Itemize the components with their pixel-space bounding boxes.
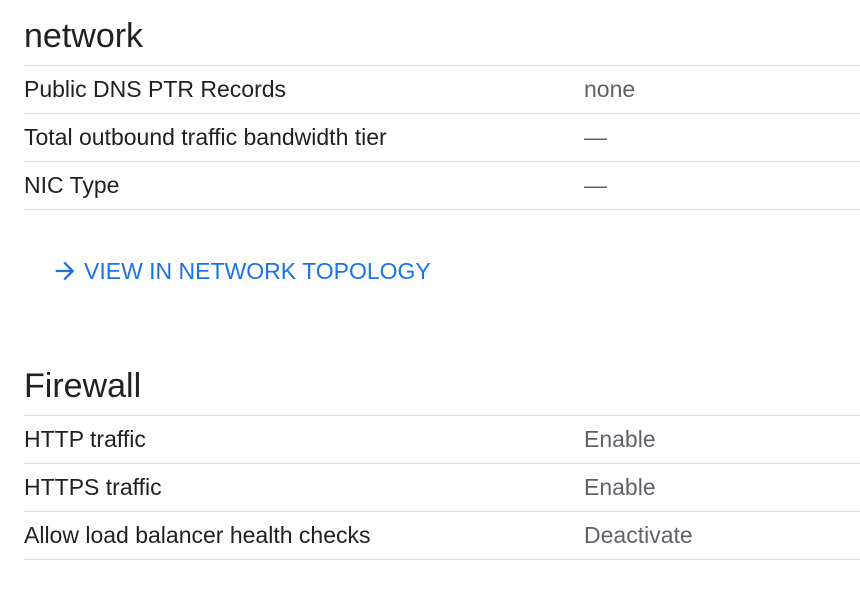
firewall-row-http: HTTP traffic Enable bbox=[24, 416, 860, 464]
view-network-topology-link[interactable]: VIEW IN NETWORK TOPOLOGY bbox=[50, 256, 431, 286]
row-value: Enable bbox=[584, 426, 656, 452]
row-value: — bbox=[584, 124, 607, 150]
firewall-row-lb-health-checks: Allow load balancer health checks Deacti… bbox=[24, 512, 860, 560]
arrow-right-icon bbox=[50, 256, 80, 286]
row-label: NIC Type bbox=[24, 172, 120, 198]
row-value: none bbox=[584, 76, 636, 102]
row-value: Enable bbox=[584, 474, 656, 500]
network-row-bandwidth-tier: Total outbound traffic bandwidth tier — bbox=[24, 114, 860, 162]
network-row-nic-type: NIC Type — bbox=[24, 162, 860, 210]
row-label: Allow load balancer health checks bbox=[24, 522, 371, 548]
row-label: HTTPS traffic bbox=[24, 474, 162, 500]
firewall-section-title: Firewall bbox=[24, 362, 860, 416]
firewall-row-https: HTTPS traffic Enable bbox=[24, 464, 860, 512]
row-value: Deactivate bbox=[584, 522, 693, 548]
row-label: Total outbound traffic bandwidth tier bbox=[24, 124, 387, 150]
row-value: — bbox=[584, 172, 607, 198]
row-label: Public DNS PTR Records bbox=[24, 76, 287, 102]
network-section-title: network bbox=[24, 12, 860, 66]
row-label: HTTP traffic bbox=[24, 426, 146, 452]
view-network-topology-label: VIEW IN NETWORK TOPOLOGY bbox=[84, 257, 431, 284]
network-row-public-dns-ptr: Public DNS PTR Records none bbox=[24, 66, 860, 114]
network-section: network Public DNS PTR Records none Tota… bbox=[24, 12, 860, 210]
firewall-section: Firewall HTTP traffic Enable HTTPS traff… bbox=[24, 362, 860, 560]
